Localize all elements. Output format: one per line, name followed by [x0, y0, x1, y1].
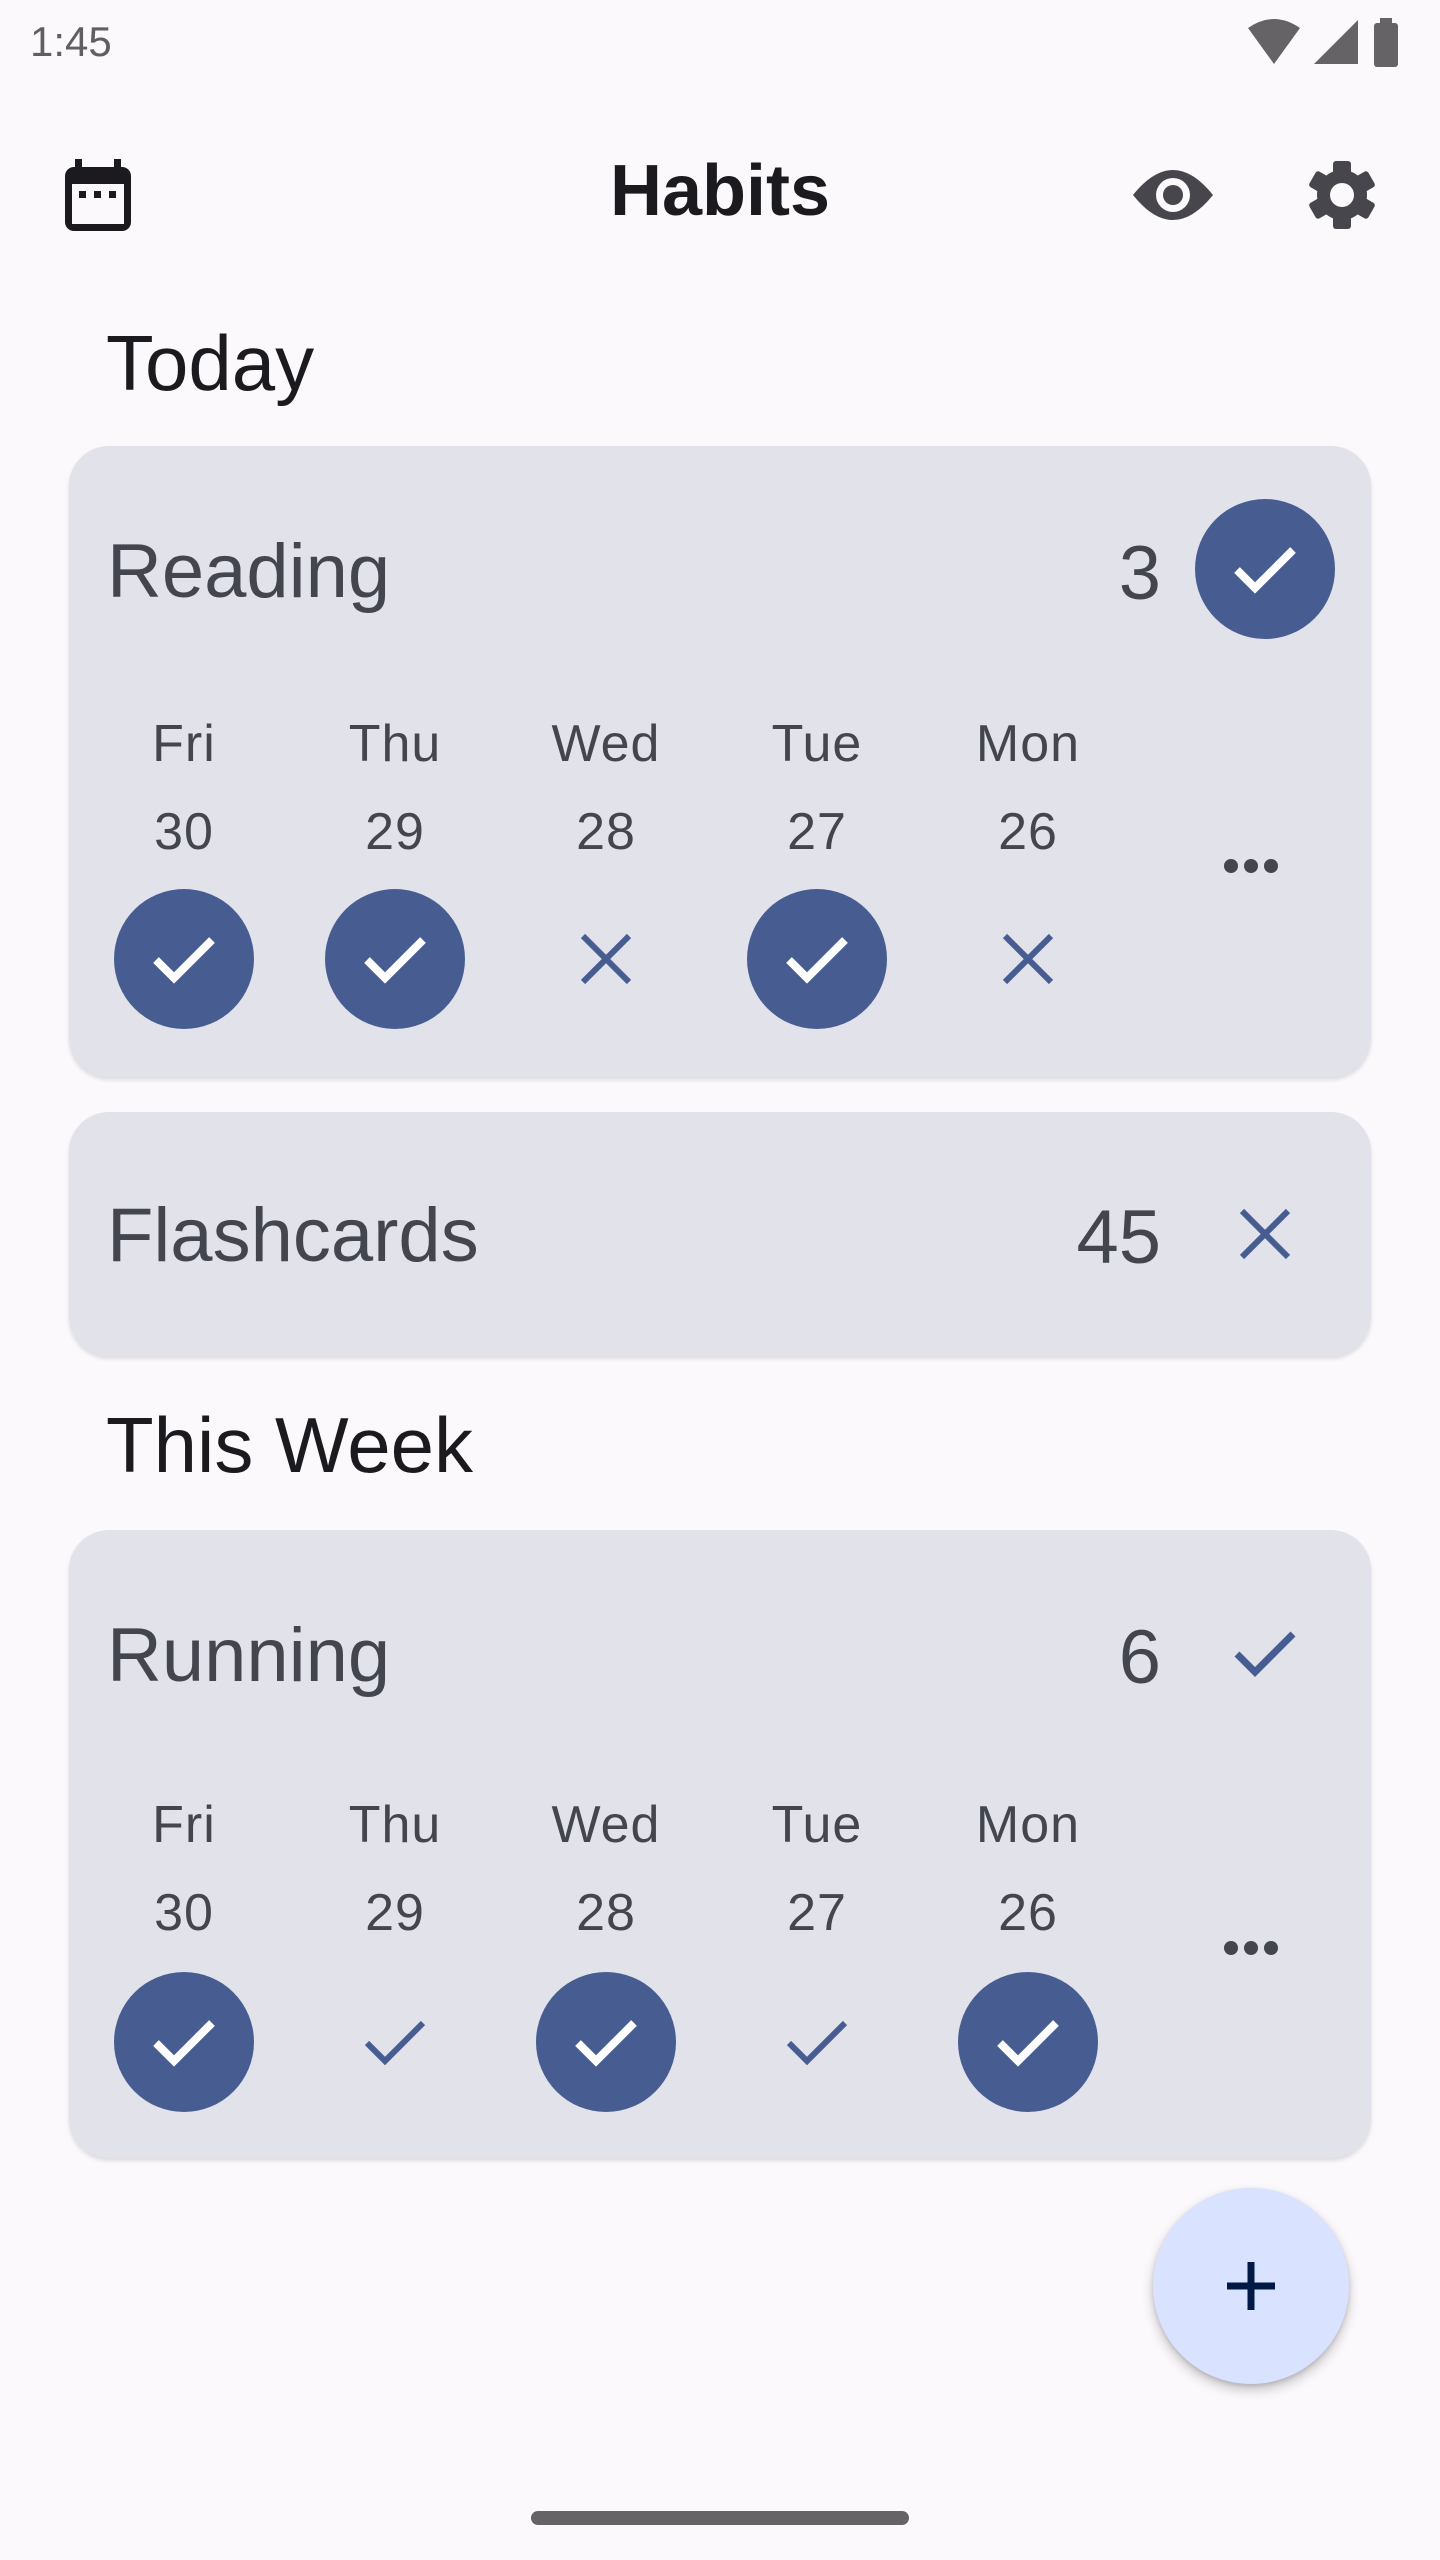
check-icon: [364, 2020, 426, 2066]
day-column: Thu 29: [315, 1795, 475, 1943]
check-icon: [1234, 547, 1296, 594]
habit-name: Running: [107, 1613, 391, 1698]
check-icon: [1234, 1631, 1296, 1677]
today-toggle[interactable]: [1195, 499, 1335, 639]
check-icon: [786, 937, 848, 984]
day-date: 26: [998, 1884, 1058, 1942]
day-toggle-wed[interactable]: [536, 1972, 676, 2112]
day-label: Tue: [771, 715, 863, 773]
day-toggle-mon[interactable]: [958, 1972, 1098, 2112]
page-title: Habits: [609, 151, 831, 231]
wifi-icon: [1248, 19, 1300, 64]
section-title-this-week: This Week: [106, 1401, 473, 1489]
day-date: 28: [576, 803, 636, 861]
status-icons: [1246, 18, 1400, 68]
habit-name: Reading: [107, 529, 391, 614]
day-column: Fri 30: [104, 714, 264, 862]
habit-count: 3: [1118, 531, 1161, 616]
day-date: 30: [154, 803, 214, 861]
day-label: Mon: [975, 1796, 1081, 1854]
day-date: 29: [365, 1884, 425, 1942]
check-icon: [153, 937, 215, 984]
day-column: Tue 27: [737, 714, 897, 862]
battery-icon: [1374, 18, 1398, 67]
day-column: Fri 30: [104, 1795, 264, 1943]
habit-card-reading[interactable]: Reading 3 Fri 30 Thu 29 Wed 28 Tue 27 Mo…: [69, 446, 1371, 1077]
day-toggle-wed[interactable]: [536, 889, 676, 1029]
day-column: Thu 29: [315, 714, 475, 862]
day-label: Thu: [348, 715, 442, 773]
settings-button[interactable]: [1292, 150, 1392, 240]
day-column: Tue 27: [737, 1795, 897, 1943]
day-label: Wed: [551, 1796, 661, 1854]
day-label: Fri: [152, 715, 216, 773]
check-icon: [364, 937, 426, 984]
more-icon-dot: [1264, 859, 1278, 873]
status-time: 1:45: [30, 18, 112, 65]
day-toggle-tue[interactable]: [747, 1972, 887, 2112]
day-date: 26: [998, 803, 1058, 861]
day-label: Mon: [975, 715, 1081, 773]
habit-card-running[interactable]: Running 6 Fri 30 Thu 29 Wed 28 Tue 27 Mo…: [69, 1530, 1371, 2158]
today-toggle[interactable]: [1195, 1583, 1335, 1723]
day-date: 27: [787, 1884, 847, 1942]
habit-count: 45: [1076, 1195, 1161, 1280]
day-column: Mon 26: [948, 714, 1108, 862]
day-column: Wed 28: [526, 714, 686, 862]
plus-icon: [1227, 2262, 1275, 2310]
signal-icon: [1314, 20, 1358, 64]
day-toggle-tue[interactable]: [747, 889, 887, 1029]
day-label: Wed: [551, 715, 661, 773]
day-label: Fri: [152, 1796, 216, 1854]
day-column: Mon 26: [948, 1795, 1108, 1943]
close-icon: [1239, 1208, 1291, 1260]
day-toggle-thu[interactable]: [325, 889, 465, 1029]
day-toggle-thu[interactable]: [325, 1972, 465, 2112]
day-toggle-fri[interactable]: [114, 889, 254, 1029]
day-date: 28: [576, 1884, 636, 1942]
day-toggle-mon[interactable]: [958, 889, 1098, 1029]
check-icon: [153, 2020, 215, 2067]
day-column: Wed 28: [526, 1795, 686, 1943]
more-icon: [1224, 859, 1238, 873]
close-icon: [580, 933, 632, 985]
gesture-nav-handle[interactable]: [531, 2511, 909, 2525]
habit-name: Flashcards: [107, 1193, 479, 1278]
visibility-button[interactable]: [1123, 150, 1223, 240]
day-label: Tue: [771, 1796, 863, 1854]
more-icon-dot: [1244, 859, 1258, 873]
gear-icon: [1309, 161, 1375, 229]
eye-icon: [1133, 170, 1213, 220]
section-title-today: Today: [106, 319, 315, 407]
check-icon: [575, 2020, 637, 2067]
day-label: Thu: [348, 1796, 442, 1854]
more-button[interactable]: [1211, 1928, 1291, 1968]
day-date: 29: [365, 803, 425, 861]
check-icon: [997, 2020, 1059, 2067]
close-icon: [1002, 933, 1054, 985]
more-button[interactable]: [1211, 846, 1291, 886]
day-date: 27: [787, 803, 847, 861]
habit-count: 6: [1118, 1615, 1161, 1700]
habit-card-flashcards[interactable]: Flashcards 45: [69, 1112, 1371, 1356]
more-icon-dot: [1264, 1941, 1278, 1955]
day-date: 30: [154, 1884, 214, 1942]
more-icon-dot: [1244, 1941, 1258, 1955]
check-icon: [786, 2020, 848, 2066]
more-icon: [1224, 1941, 1238, 1955]
day-toggle-fri[interactable]: [114, 1972, 254, 2112]
today-toggle[interactable]: [1195, 1164, 1335, 1304]
add-habit-button[interactable]: [1153, 2188, 1349, 2384]
